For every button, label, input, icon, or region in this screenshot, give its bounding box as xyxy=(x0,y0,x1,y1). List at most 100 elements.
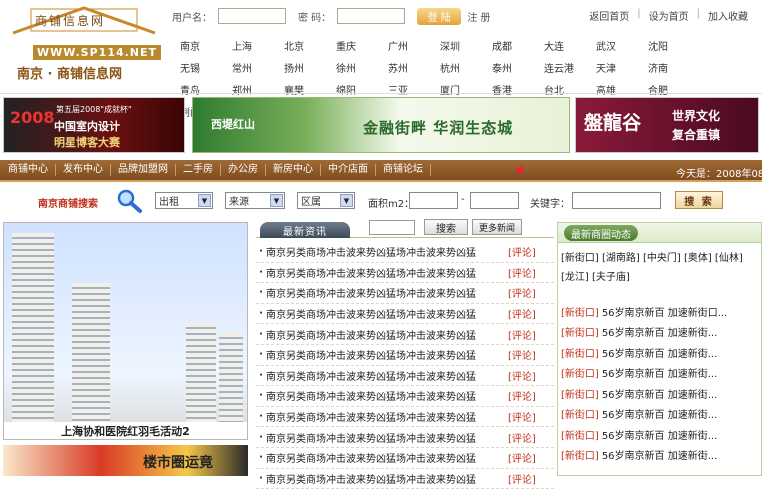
more-news-button[interactable]: 更多新闻 xyxy=(472,219,522,235)
login-button[interactable]: 登 陆 xyxy=(417,7,462,25)
bottom-ad[interactable]: 楼市圈运竟 xyxy=(3,445,248,476)
comment-link[interactable]: [评论] xyxy=(508,306,536,321)
nav-item-publish[interactable]: 发布中心 xyxy=(56,164,111,176)
district-news-title[interactable]: 56岁南京新百 加速新街... xyxy=(602,345,717,360)
district-tag[interactable]: [新街口] xyxy=(561,324,599,339)
search-button[interactable]: 搜 索 xyxy=(675,191,723,209)
city-link[interactable]: 襄樊 xyxy=(284,82,336,97)
city-link[interactable]: 徐州 xyxy=(336,60,388,75)
city-link[interactable]: 济南 xyxy=(648,60,700,75)
area-max-input[interactable] xyxy=(470,192,519,209)
city-link[interactable]: 台北 xyxy=(544,82,596,97)
district-tag[interactable]: [新街口] xyxy=(561,386,599,401)
set-homepage-link[interactable]: 设为首页 xyxy=(649,8,689,23)
city-link[interactable]: 天津 xyxy=(596,60,648,75)
district-news-item[interactable]: [新街口] 56岁南京新百 加速新街... xyxy=(561,424,761,445)
keyword-input[interactable] xyxy=(572,192,661,209)
district-news-item[interactable]: [新街口] 56岁南京新百 加速新街... xyxy=(561,342,761,363)
news-title[interactable]: 南京另类商场冲击波来势凶猛场冲击波来势凶猛 xyxy=(266,409,504,424)
comment-link[interactable]: [评论] xyxy=(508,450,536,465)
news-search-button[interactable]: 搜索 xyxy=(424,219,468,235)
news-title[interactable]: 南京另类商场冲击波来势凶猛场冲击波来势凶猛 xyxy=(266,368,504,383)
district-news-item[interactable]: [新街口] 56岁南京新百 加速新街... xyxy=(561,404,761,425)
city-link[interactable]: 广州 xyxy=(388,38,440,53)
news-item[interactable]: · 南京另类商场冲击波来势凶猛场冲击波来势凶猛 [评论] xyxy=(256,304,554,325)
city-link[interactable]: 厦门 xyxy=(440,82,492,97)
district-news-title[interactable]: 56岁南京新百 加速新街... xyxy=(602,365,717,380)
site-logo[interactable]: 商铺信息网 WWW.SP114.NET 南京 · 商铺信息网 xyxy=(5,3,163,85)
news-item[interactable]: · 南京另类商场冲击波来势凶猛场冲击波来势凶猛 [评论] xyxy=(256,345,554,366)
district-news-item[interactable]: [新街口] 56岁南京新百 加速新街... xyxy=(561,383,761,404)
city-link[interactable]: 成都 xyxy=(492,38,544,53)
district-news-item[interactable]: [新街口] 56岁南京新百 加速新街... xyxy=(561,445,761,466)
nav-item-newhouse[interactable]: 新房中心 xyxy=(266,164,321,176)
username-input[interactable] xyxy=(218,8,286,24)
news-title[interactable]: 南京另类商场冲击波来势凶猛场冲击波来势凶猛 xyxy=(266,306,504,321)
city-link[interactable]: 武汉 xyxy=(596,38,648,53)
district-news-title[interactable]: 56岁南京新百 加速新街... xyxy=(602,406,717,421)
district-select[interactable]: 区属 ▼ xyxy=(297,192,355,209)
comment-link[interactable]: [评论] xyxy=(508,409,536,424)
nav-item-forum[interactable]: 商铺论坛 xyxy=(376,164,431,176)
comment-link[interactable]: [评论] xyxy=(508,430,536,445)
news-title[interactable]: 南京另类商场冲击波来势凶猛场冲击波来势凶猛 xyxy=(266,430,504,445)
comment-link[interactable]: [评论] xyxy=(508,347,536,362)
district-tag[interactable]: [新街口] xyxy=(561,345,599,360)
city-link[interactable]: 沈阳 xyxy=(648,38,700,53)
district-tag[interactable]: [新街口] xyxy=(561,427,599,442)
city-link[interactable]: 绵阳 xyxy=(336,82,388,97)
city-link[interactable]: 三亚 xyxy=(388,82,440,97)
news-title[interactable]: 南京另类商场冲击波来势凶猛场冲击波来势凶猛 xyxy=(266,347,504,362)
banner-panlonggu[interactable]: 盤龍谷 世界文化 复合重镇 xyxy=(575,97,759,153)
city-link[interactable]: 泰州 xyxy=(492,60,544,75)
news-item[interactable]: · 南京另类商场冲击波来势凶猛场冲击波来势凶猛 [评论] xyxy=(256,263,554,284)
news-title[interactable]: 南京另类商场冲击波来势凶猛场冲击波来势凶猛 xyxy=(266,244,504,259)
comment-link[interactable]: [评论] xyxy=(508,244,536,259)
featured-photo[interactable]: 12345 xyxy=(3,222,248,440)
comment-link[interactable]: [评论] xyxy=(508,471,536,486)
news-item[interactable]: · 南京另类商场冲击波来势凶猛场冲击波来势凶猛 [评论] xyxy=(256,427,554,448)
nav-item-secondhand[interactable]: 二手房 xyxy=(176,164,221,176)
tab-district-news[interactable]: 最新商圈动态 xyxy=(564,225,638,241)
city-link[interactable]: 青岛 xyxy=(180,82,232,97)
photo-caption[interactable]: 上海协和医院红羽毛活动2 xyxy=(3,422,248,440)
city-link[interactable]: 重庆 xyxy=(336,38,388,53)
district-news-item[interactable]: [新街口] 56岁南京新百 加速新街... xyxy=(561,363,761,384)
news-title[interactable]: 南京另类商场冲击波来势凶猛场冲击波来势凶猛 xyxy=(266,388,504,403)
news-item[interactable]: · 南京另类商场冲击波来势凶猛场冲击波来势凶猛 [评论] xyxy=(256,448,554,469)
news-item[interactable]: · 南京另类商场冲击波来势凶猛场冲击波来势凶猛 [评论] xyxy=(256,283,554,304)
city-link[interactable]: 北京 xyxy=(284,38,336,53)
news-item[interactable]: · 南京另类商场冲击波来势凶猛场冲击波来势凶猛 [评论] xyxy=(256,469,554,489)
news-title[interactable]: 南京另类商场冲击波来势凶猛场冲击波来势凶猛 xyxy=(266,327,504,342)
comment-link[interactable]: [评论] xyxy=(508,327,536,342)
add-favorite-link[interactable]: 加入收藏 xyxy=(708,8,748,23)
news-title[interactable]: 南京另类商场冲击波来势凶猛场冲击波来势凶猛 xyxy=(266,471,504,486)
comment-link[interactable]: [评论] xyxy=(508,388,536,403)
news-item[interactable]: · 南京另类商场冲击波来势凶猛场冲击波来势凶猛 [评论] xyxy=(256,386,554,407)
district-news-title[interactable]: 56岁南京新百 加速新街... xyxy=(602,324,717,339)
district-tag[interactable]: [新街口] xyxy=(561,304,599,319)
news-title[interactable]: 南京另类商场冲击波来势凶猛场冲击波来势凶猛 xyxy=(266,450,504,465)
news-item[interactable]: · 南京另类商场冲击波来势凶猛场冲击波来势凶猛 [评论] xyxy=(256,366,554,387)
city-link[interactable]: 连云港 xyxy=(544,60,596,75)
news-title[interactable]: 南京另类商场冲击波来势凶猛场冲击波来势凶猛 xyxy=(266,265,504,280)
city-link[interactable]: 扬州 xyxy=(284,60,336,75)
district-tag[interactable]: [新街口] xyxy=(561,447,599,462)
tab-latest-news[interactable]: 最新资讯 xyxy=(260,222,350,238)
news-search-input[interactable] xyxy=(369,220,415,235)
banner-huarun[interactable]: 西堤红山 金融街畔 华润生态城 xyxy=(192,97,570,153)
comment-link[interactable]: [评论] xyxy=(508,285,536,300)
city-link[interactable]: 上海 xyxy=(232,38,284,53)
nav-item-franchise[interactable]: 品牌加盟网 xyxy=(111,164,176,176)
news-item[interactable]: · 南京另类商场冲击波来势凶猛场冲击波来势凶猛 [评论] xyxy=(256,242,554,263)
home-link[interactable]: 返回首页 xyxy=(589,8,629,23)
nav-item-shops[interactable]: 商铺中心 xyxy=(0,164,56,176)
district-news-item[interactable]: [新街口] 56岁南京新百 加速新街口... xyxy=(561,301,761,322)
district-tag[interactable]: [新街口] xyxy=(561,406,599,421)
city-link[interactable]: 南京 xyxy=(180,38,232,53)
district-tag[interactable]: [新街口] xyxy=(561,365,599,380)
city-link[interactable]: 合肥 xyxy=(648,82,700,97)
city-link[interactable]: 大连 xyxy=(544,38,596,53)
city-link[interactable]: 深圳 xyxy=(440,38,492,53)
source-select[interactable]: 来源 ▼ xyxy=(225,192,285,209)
